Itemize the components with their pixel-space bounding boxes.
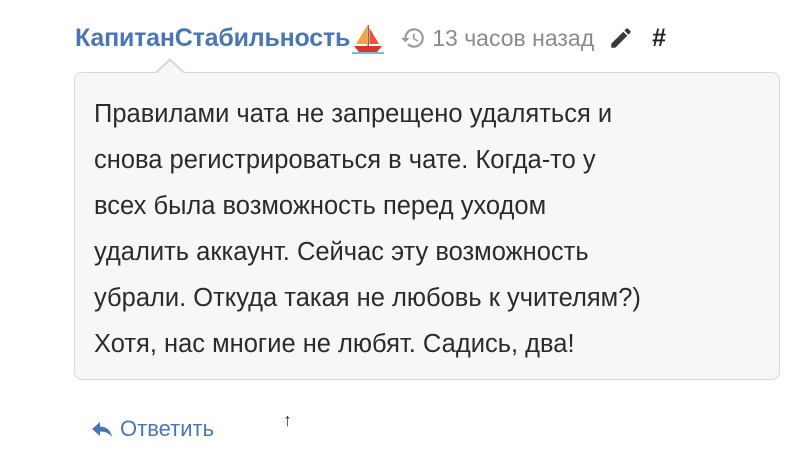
message-text: Правилами чата не запрещено удаляться и … — [94, 91, 764, 367]
permalink-link[interactable]: # — [652, 24, 666, 53]
reply-button[interactable]: Ответить — [90, 416, 214, 442]
scroll-up-arrow[interactable]: ↑ — [283, 410, 292, 431]
bubble-tail-fill — [156, 61, 184, 74]
message-bubble: Правилами чата не запрещено удаляться и … — [74, 72, 780, 380]
author-name[interactable]: КапитанСтабильность — [75, 24, 350, 53]
comment: КапитанСтабильность 13 часов назад # Пра… — [0, 0, 800, 454]
message-line: Хотя, нас многие не любят. Садись, два! — [94, 330, 575, 358]
pencil-icon[interactable] — [608, 25, 634, 51]
message-line: убрали. Откуда такая не любовь к учителя… — [94, 284, 641, 312]
timestamp: 13 часов назад — [432, 24, 595, 51]
sailboat-icon — [352, 22, 385, 54]
comment-header: КапитанСтабильность 13 часов назад # — [75, 18, 666, 58]
reply-label: Ответить — [120, 416, 215, 441]
message-line: снова регистрироваться в чате. Когда-то … — [94, 146, 596, 174]
history-icon — [400, 25, 426, 51]
reply-arrow-icon — [90, 418, 114, 440]
message-line: всех была возможность перед уходом — [94, 192, 547, 220]
message-line: удалить аккаунт. Сейчас эту возможность — [94, 238, 589, 266]
message-line: Правилами чата не запрещено удаляться и — [94, 100, 613, 128]
